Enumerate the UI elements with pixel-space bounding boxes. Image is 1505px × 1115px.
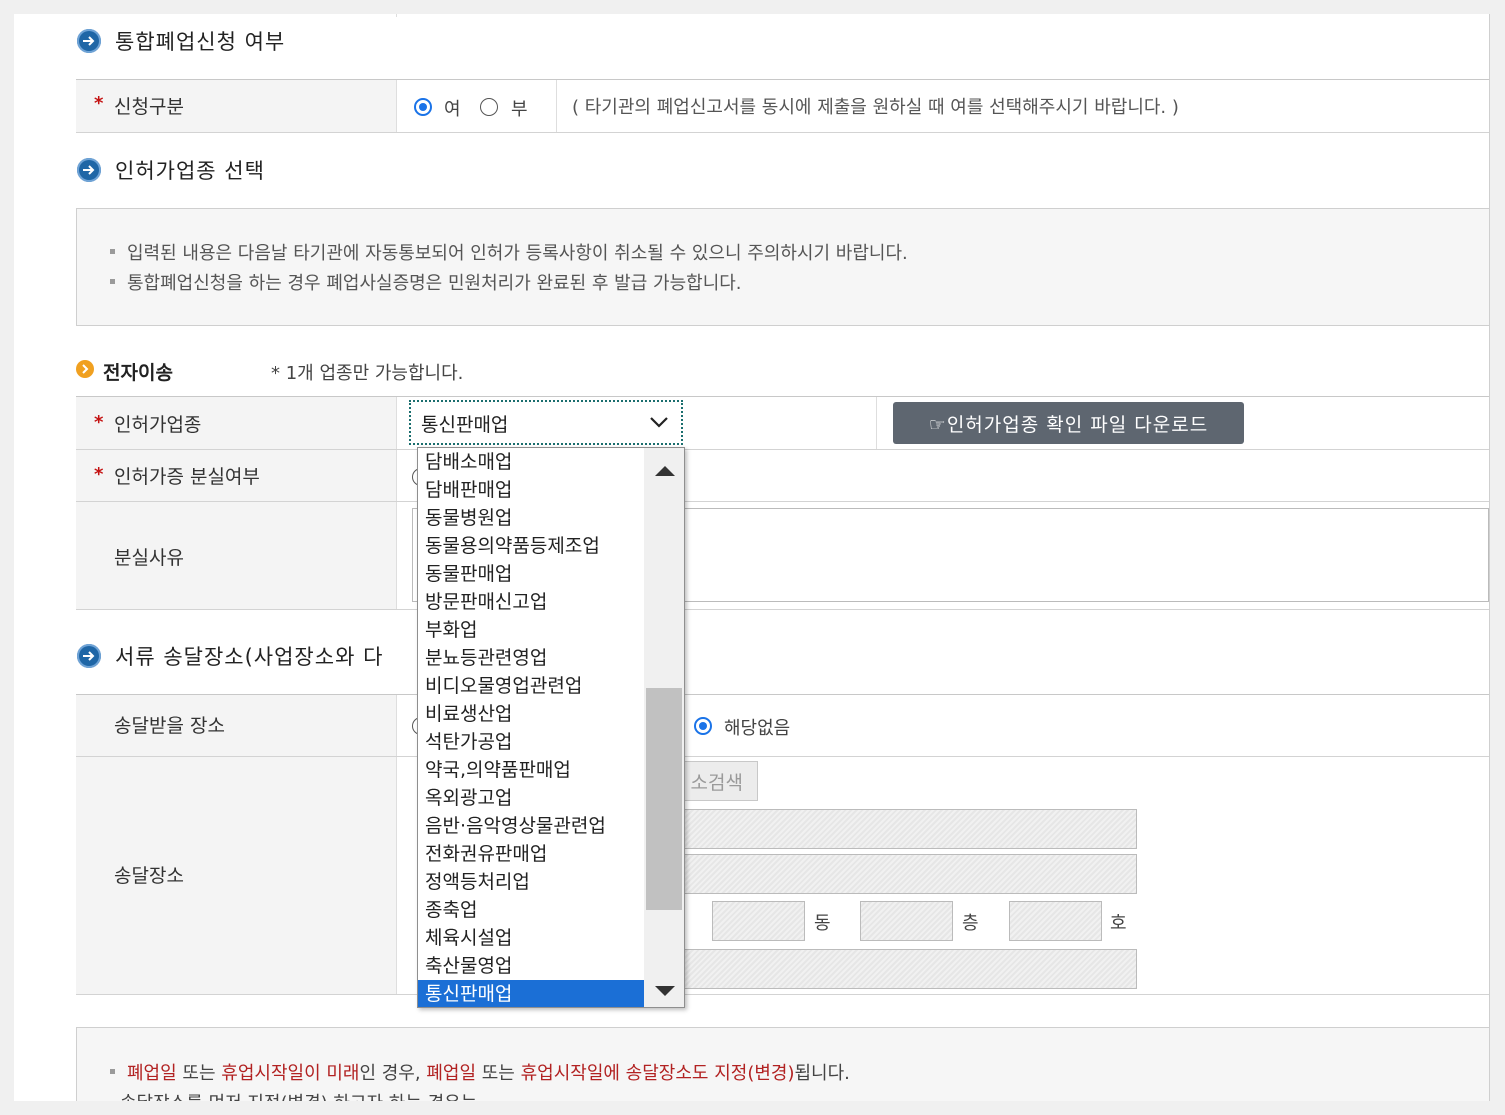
bottom-notice-line-1: 폐업일 또는 휴업시작일이 미래인 경우, 폐업일 또는 휴업시작일에 송달장소… [127,1059,850,1085]
download-button[interactable]: ☞인허가업종 확인 파일 다운로드 [893,402,1244,444]
select-value: 통신판매업 [421,414,509,436]
cell-divider [396,757,397,994]
dong-input[interactable] [712,901,805,941]
notice-line-1: 입력된 내용은 다음날 타기관에 자동통보되어 인허가 등록사항이 취소될 수 … [127,243,908,264]
floor-label: 층 [962,913,979,934]
dropdown-option[interactable]: 분뇨등관련영업 [418,644,644,672]
radio-yes[interactable] [414,98,432,116]
cell-divider [396,695,397,756]
bullet [110,1069,115,1074]
floor-input[interactable] [860,901,953,941]
subsection-hint: * 1개 업종만 가능합니다. [271,363,464,384]
notice-segment: 또는 [476,1063,521,1084]
dropdown-option[interactable]: 동물병원업 [418,504,644,532]
radio-receive-none[interactable] [694,717,712,735]
address-input-3[interactable] [614,949,1137,989]
required-mark: * [94,93,104,114]
dropdown-option[interactable]: 부화업 [418,616,644,644]
license-type-select[interactable]: 통신판매업 [409,400,683,445]
field-label-apply-type: 신청구분 [114,96,184,118]
required-mark: * [94,464,104,485]
dong-label: 동 [814,913,831,934]
bullet [110,279,115,284]
cell-divider [396,450,397,501]
dropdown-option[interactable]: 전화권유판매업 [418,840,644,868]
cell-divider [876,397,877,449]
integrated-hint: ( 타기관의 폐업신고서를 동시에 제출을 원하실 때 여를 선택해주시기 바랍… [572,97,1179,118]
radio-no[interactable] [480,98,498,116]
dropdown-option[interactable]: 종축업 [418,896,644,924]
ho-label: 호 [1110,913,1127,934]
row-border [76,132,1489,133]
arrow-right-icon [77,158,101,182]
bottom-notice-line-2: 송달장소를 먼저 지정(변경) 하고자 하는 경우는 [120,1089,477,1101]
license-type-dropdown-list[interactable]: 담배소매업 담배판매업 동물병원업 동물용의약품등제조업 동물판매업 방문판매신고업 부화업… [417,447,685,1008]
radio-none-label: 해당없음 [724,718,791,739]
dropdown-option[interactable]: 동물판매업 [418,560,644,588]
notice-line-2: 통합폐업신청을 하는 경우 폐업사실증명은 민원처리가 완료된 후 발급 가능합… [127,273,742,294]
ho-input[interactable] [1009,901,1102,941]
chevron-down-icon [649,414,669,433]
top-divider [396,14,397,17]
scrollbar-thumb[interactable] [646,688,682,910]
section-title-delivery: 서류 송달장소(사업장소와 다 [115,645,384,669]
address-input-1[interactable] [614,809,1137,849]
address-input-2[interactable] [614,854,1137,894]
cell-divider [396,397,397,449]
subsection-title: 전자이송 [103,362,173,384]
dropdown-option[interactable]: 방문판매신고업 [418,588,644,616]
dropdown-option[interactable]: 약국,의약품판매업 [418,756,644,784]
radio-no-label: 부 [511,99,528,120]
dropdown-option[interactable]: 음반·음악영상물관련업 [418,812,644,840]
dropdown-option[interactable]: 정액등처리업 [418,868,644,896]
notice-segment: 휴업시작일에 송달장소도 지정(변경) [520,1063,795,1084]
field-label-license-type: 인허가업종 [114,414,202,436]
arrow-right-icon [77,29,101,53]
section-title-integrated: 통합폐업신청 여부 [115,30,286,54]
dropdown-option[interactable]: 석탄가공업 [418,728,644,756]
required-mark: * [94,412,104,433]
cell-divider [396,80,397,132]
bullet [110,249,115,254]
field-label-reason: 분실사유 [114,547,184,569]
notice-segment: 휴업시작일이 미래 [221,1063,360,1084]
dropdown-option[interactable]: 동물용의약품등제조업 [418,532,644,560]
section-title-license: 인허가업종 선택 [115,159,265,183]
scroll-up-arrow-icon[interactable] [654,462,676,481]
row-border [76,609,1489,610]
notice-segment: 됩니다. [794,1063,850,1084]
dropdown-option[interactable]: 비료생산업 [418,700,644,728]
field-label-receive: 송달받을 장소 [114,715,225,737]
radio-yes-label: 여 [444,99,461,120]
scroll-down-arrow-icon[interactable] [654,982,676,1001]
notice-segment: 폐업일 [127,1063,177,1084]
page: 통합폐업신청 여부 * 신청구분 여 부 ( 타기관의 폐업신고서를 동시에 제… [14,14,1490,1101]
arrow-right-icon [77,644,101,668]
notice-box [76,208,1489,326]
dropdown-option[interactable]: 체육시설업 [418,924,644,952]
notice-segment: 폐업일 [426,1063,477,1084]
field-label-lost: 인허가증 분실여부 [114,466,260,488]
dropdown-option[interactable]: 담배판매업 [418,476,644,504]
row-border [76,994,1489,995]
cell-divider [556,80,557,132]
notice-segment: 또는 [176,1063,222,1084]
dropdown-option[interactable]: 옥외광고업 [418,784,644,812]
dropdown-option[interactable]: 비디오물영업관련업 [418,672,644,700]
chevron-right-icon [76,360,94,378]
field-label-address: 송달장소 [114,865,184,887]
notice-segment: 인 경우, [359,1063,427,1084]
dropdown-option[interactable]: 통신판매업 [418,980,644,1007]
cell-divider [396,502,397,609]
dropdown-option[interactable]: 축산물영업 [418,952,644,980]
dropdown-option[interactable]: 담배소매업 [418,448,644,476]
